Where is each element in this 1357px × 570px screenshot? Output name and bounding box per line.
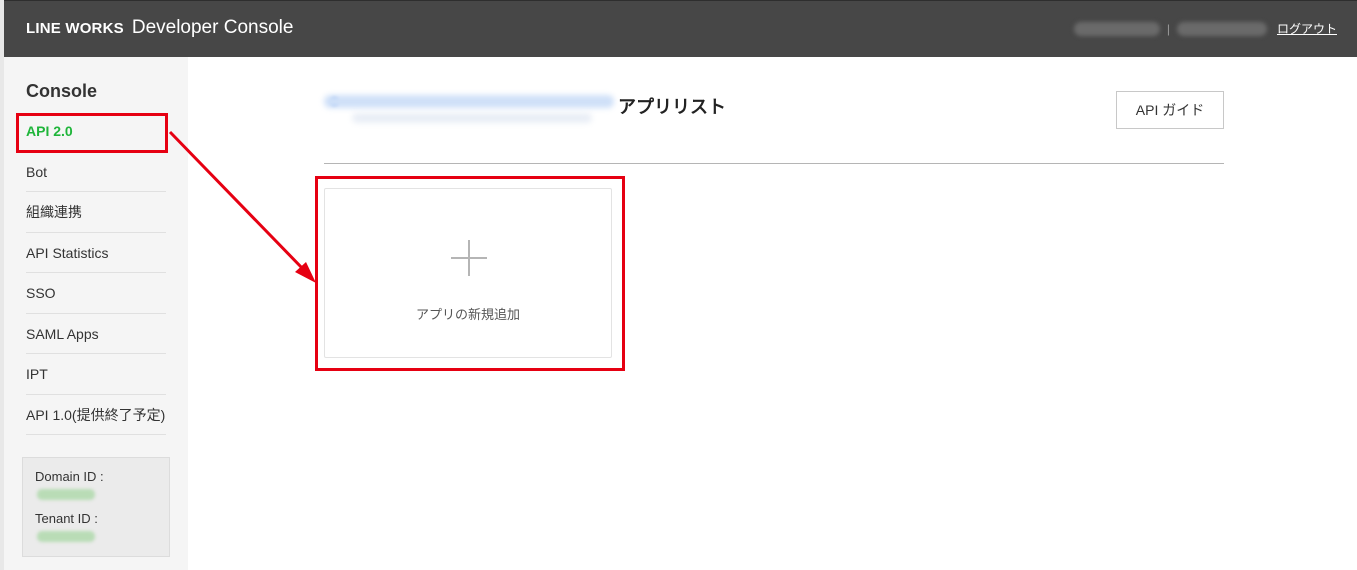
redacted-domain-id: [37, 489, 95, 500]
brand-name: Developer Console: [131, 17, 294, 38]
brand-logo: LINE WORKS: [26, 20, 124, 37]
sidebar-title: Console: [26, 81, 98, 101]
header-separator: |: [1166, 21, 1170, 36]
redacted-account: [1176, 21, 1267, 36]
page: LINE WORKS Developer Console | ログアウト Con…: [0, 0, 1357, 570]
brand: LINE WORKS Developer Console: [26, 17, 293, 39]
sidebar-item-saml-apps[interactable]: SAML Apps: [26, 314, 166, 354]
domain-id-label: Domain ID :: [35, 469, 104, 484]
page-title: アプリリスト: [618, 97, 726, 117]
highlight-box-add-app: [315, 176, 625, 371]
user-area: | ログアウト: [1073, 20, 1337, 37]
title-divider: [324, 163, 1224, 164]
sidebar-item-sso[interactable]: SSO: [26, 273, 166, 314]
sidebar-item-org-link[interactable]: 組織連携: [26, 192, 166, 233]
redacted-user-name: [1073, 21, 1160, 36]
tenant-info-box: Domain ID : Tenant ID :: [22, 457, 170, 557]
sidebar-item-ipt[interactable]: IPT: [26, 354, 166, 395]
highlight-box-api-2-0: [16, 113, 168, 153]
sidebar-item-api-1-0[interactable]: API 1.0(提供終了予定): [26, 395, 166, 435]
page-title-row: アプリリスト: [322, 87, 726, 127]
sidebar-item-api-statistics[interactable]: API Statistics: [26, 233, 166, 273]
logout-link[interactable]: ログアウト: [1277, 20, 1337, 37]
tenant-id-label: Tenant ID :: [35, 511, 98, 526]
sidebar-nav: API 2.0 Bot 組織連携 API Statistics SSO SAML…: [26, 111, 166, 435]
redacted-org-name: [322, 87, 618, 127]
annotation-arrow-icon: [168, 130, 316, 283]
top-header: LINE WORKS Developer Console | ログアウト: [4, 0, 1357, 57]
api-guide-button[interactable]: API ガイド: [1116, 91, 1224, 129]
sidebar-item-bot[interactable]: Bot: [26, 152, 166, 192]
redacted-tenant-id: [37, 531, 95, 542]
